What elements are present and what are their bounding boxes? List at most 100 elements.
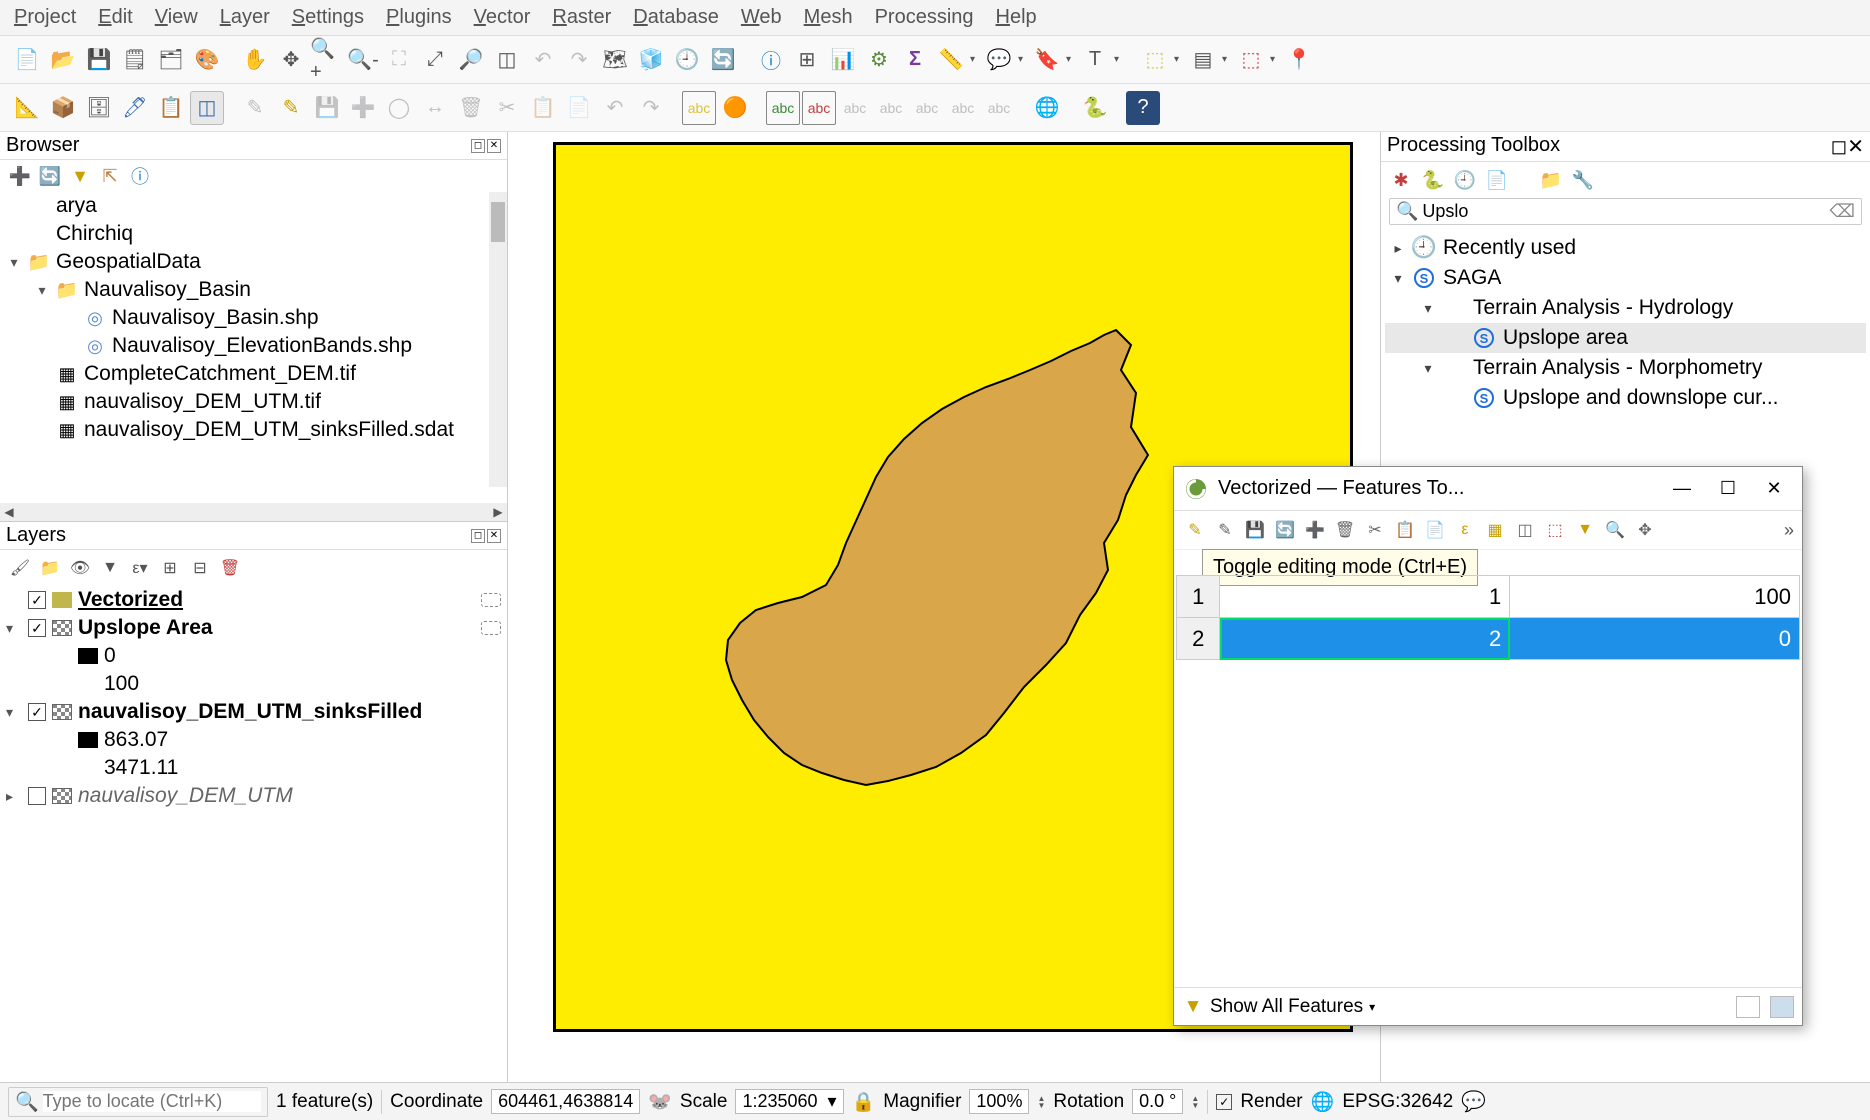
maximize-icon[interactable]: ☐ xyxy=(1710,474,1746,504)
browser-item[interactable]: ◎Nauvalisoy_Basin.shp xyxy=(0,304,507,332)
browser-item[interactable]: arya xyxy=(0,192,507,220)
filter-icon[interactable]: ▼ xyxy=(68,164,92,188)
crs-icon[interactable]: 🌐 xyxy=(1311,1090,1335,1114)
scroll-left-icon[interactable]: ◀ xyxy=(2,505,16,519)
metasearch-icon[interactable]: 🌐 xyxy=(1030,91,1064,125)
menu-web[interactable]: Web xyxy=(741,6,782,29)
browser-item[interactable]: ◎Nauvalisoy_ElevationBands.shp xyxy=(0,332,507,360)
menu-processing[interactable]: Processing xyxy=(875,6,974,29)
pan-to-selection-icon[interactable]: ✥ xyxy=(274,43,308,77)
add-feature-icon[interactable]: ➕ xyxy=(346,91,380,125)
paste-icon[interactable]: 📄 xyxy=(1422,517,1448,543)
toggle-editing-icon[interactable]: ✎ xyxy=(274,91,308,125)
results-icon[interactable]: 📄 xyxy=(1485,168,1509,192)
panel-float-icon[interactable]: ◻ xyxy=(1831,136,1848,158)
processing-item[interactable]: SUpslope area xyxy=(1385,323,1866,353)
rotation-value[interactable]: 0.0 ° xyxy=(1132,1089,1183,1114)
script-icon[interactable]: 🐍 xyxy=(1421,168,1445,192)
zoom-layer-icon[interactable]: ◫ xyxy=(490,43,524,77)
open-attr-table-icon[interactable]: ⊞ xyxy=(790,43,824,77)
dropdown-icon[interactable]: ▾ xyxy=(1066,54,1076,65)
diagram-icon[interactable]: 🟠 xyxy=(718,91,752,125)
panel-float-icon[interactable]: ◻ xyxy=(471,139,485,153)
add-feature-icon[interactable]: ➕ xyxy=(1302,517,1328,543)
select-features-icon[interactable]: ⬚ xyxy=(1138,43,1172,77)
processing-item[interactable]: SUpslope and downslope cur... xyxy=(1385,383,1866,413)
scale-value[interactable]: 1:235060 ▾ xyxy=(735,1089,843,1114)
label-tool-icon[interactable]: abc xyxy=(682,91,716,125)
new-spatialite-icon[interactable]: 🗄 xyxy=(82,91,116,125)
dropdown-icon[interactable]: ▾ xyxy=(1114,54,1124,65)
new-3d-view-icon[interactable]: 🧊 xyxy=(634,43,668,77)
menu-raster[interactable]: Raster xyxy=(552,6,611,29)
scrollbar-vertical[interactable] xyxy=(489,192,507,487)
attribute-table[interactable]: 11100220 xyxy=(1176,575,1800,660)
browser-item[interactable]: ▦CompleteCatchment_DEM.tif xyxy=(0,360,507,388)
close-icon[interactable]: ✕ xyxy=(1756,474,1792,504)
label-props-icon[interactable]: abc xyxy=(982,91,1016,125)
dropdown-icon[interactable]: ▾ xyxy=(1222,54,1232,65)
layout-manager-icon[interactable]: 🗂 xyxy=(154,43,188,77)
magnifier-spinner[interactable]: ▲▼ xyxy=(1037,1095,1045,1109)
stats-icon[interactable]: Σ xyxy=(898,43,932,77)
clear-search-icon[interactable]: ⌫ xyxy=(1830,201,1855,222)
layer-tree[interactable]: ✓Vectorized▾✓Upslope Area0100▾✓nauvaliso… xyxy=(0,586,507,1120)
layer-value[interactable]: 100 xyxy=(0,670,507,698)
scrollbar-horizontal[interactable]: ◀ ▶ xyxy=(0,503,507,521)
help-icon[interactable]: ? xyxy=(1126,91,1160,125)
panel-close-icon[interactable]: ✕ xyxy=(487,139,501,153)
browser-item[interactable]: ▾📁Nauvalisoy_Basin xyxy=(0,276,507,304)
show-labels-icon[interactable]: abc xyxy=(766,91,800,125)
new-virt-layer-icon[interactable]: ◫ xyxy=(190,91,224,125)
multiedit-icon[interactable]: ✎ xyxy=(1212,517,1238,543)
style-manager-icon[interactable]: 🎨 xyxy=(190,43,224,77)
save-edits-icon[interactable]: 💾 xyxy=(1242,517,1268,543)
layer-visibility-checkbox[interactable]: ✓ xyxy=(28,591,46,609)
save-layer-edits-icon[interactable]: 💾 xyxy=(310,91,344,125)
collapse-all-icon[interactable]: ⊟ xyxy=(188,556,212,580)
options-icon[interactable]: 🔧 xyxy=(1571,168,1595,192)
copy-features-icon[interactable]: 📋 xyxy=(526,91,560,125)
refresh-icon[interactable]: 🔄 xyxy=(706,43,740,77)
new-print-layout-icon[interactable]: 🗒 xyxy=(118,43,152,77)
filter-dropdown-icon[interactable]: ▾ xyxy=(1369,1000,1375,1014)
processing-item[interactable]: ▾Terrain Analysis - Morphometry xyxy=(1385,353,1866,383)
form-view-icon[interactable] xyxy=(1736,996,1760,1018)
toolbox-icon[interactable]: ⚙ xyxy=(862,43,896,77)
browser-tree[interactable]: aryaChirchiq▾📁GeospatialData▾📁Nauvalisoy… xyxy=(0,192,507,503)
measure-dropdown-icon[interactable]: ▾ xyxy=(970,54,980,65)
locator-input[interactable] xyxy=(43,1091,261,1112)
extents-icon[interactable]: 🐭 xyxy=(648,1090,672,1114)
measure-icon[interactable]: 📏 xyxy=(934,43,968,77)
processing-search[interactable]: 🔍 ⌫ xyxy=(1389,198,1862,225)
minimize-icon[interactable]: — xyxy=(1664,474,1700,504)
dropdown-icon[interactable]: ▾ xyxy=(1174,54,1184,65)
zoom-out-icon[interactable]: 🔍- xyxy=(346,43,380,77)
pan-to-selected-icon[interactable]: ✥ xyxy=(1632,517,1658,543)
python-console-icon[interactable]: 🐍 xyxy=(1078,91,1112,125)
reload-icon[interactable]: 🔄 xyxy=(1272,517,1298,543)
processing-item[interactable]: ▾Terrain Analysis - Hydrology xyxy=(1385,293,1866,323)
layer-value[interactable]: 863.07 xyxy=(0,726,507,754)
zoom-selection-icon[interactable]: 🔎 xyxy=(454,43,488,77)
change-label-icon[interactable]: abc xyxy=(946,91,980,125)
new-mem-layer-icon[interactable]: 📋 xyxy=(154,91,188,125)
table-row[interactable]: 220 xyxy=(1177,618,1800,660)
filter-select-icon[interactable]: ▼ xyxy=(1572,517,1598,543)
undo-icon[interactable]: ↶ xyxy=(598,91,632,125)
menu-settings[interactable]: Settings xyxy=(292,6,364,29)
menu-view[interactable]: View xyxy=(155,6,198,29)
filter-legend-icon[interactable]: ▼ xyxy=(98,556,122,580)
menu-plugins[interactable]: Plugins xyxy=(386,6,452,29)
save-icon[interactable]: 💾 xyxy=(82,43,116,77)
redo-icon[interactable]: ↷ xyxy=(634,91,668,125)
delete-feature-icon[interactable]: 🗑 xyxy=(1332,517,1358,543)
invert-selection-icon[interactable]: ◫ xyxy=(1512,517,1538,543)
panel-close-icon[interactable]: ✕ xyxy=(1847,136,1864,158)
paste-features-icon[interactable]: 📄 xyxy=(562,91,596,125)
menu-help[interactable]: Help xyxy=(996,6,1037,29)
cut-features-icon[interactable]: ✂ xyxy=(490,91,524,125)
layer-value[interactable]: 3471.11 xyxy=(0,754,507,782)
select-by-expr-icon[interactable]: ε xyxy=(1452,517,1478,543)
scroll-right-icon[interactable]: ▶ xyxy=(491,505,505,519)
